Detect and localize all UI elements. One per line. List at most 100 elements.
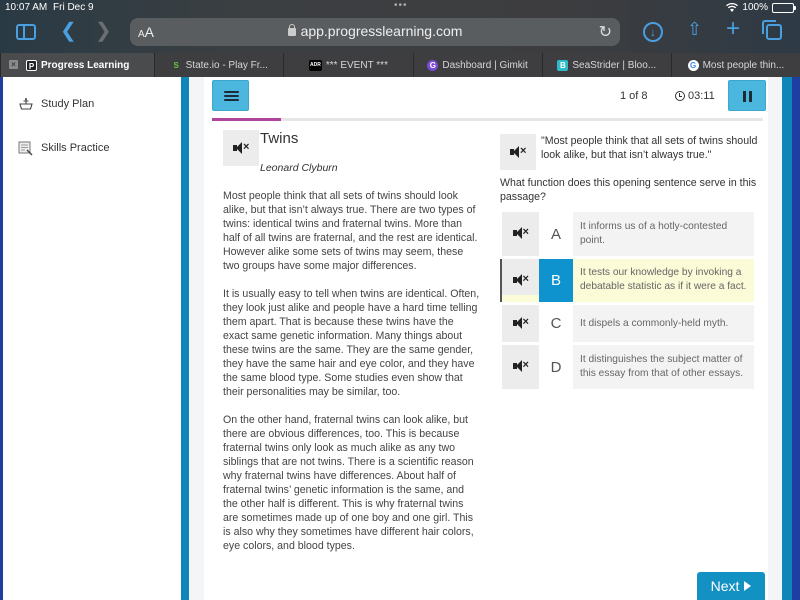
play-arrow-icon: [744, 581, 752, 591]
answer-choice-a[interactable]: × A It informs us of a hotly-contested p…: [502, 212, 754, 256]
question-prompt: What function does this opening sentence…: [500, 177, 757, 203]
choice-audio-button[interactable]: ×: [502, 259, 539, 302]
gutter-right: [768, 77, 782, 600]
tab-strip: × P Progress Learning S State.io - Play …: [0, 53, 800, 77]
speaker-muted-icon: ×: [233, 141, 249, 154]
gutter-left: [189, 77, 204, 600]
passage-body: Most people think that all sets of twins…: [223, 189, 481, 567]
browser-tab-event[interactable]: ADR *** EVENT ***: [283, 53, 413, 77]
share-icon[interactable]: ⇧: [687, 19, 702, 40]
next-label: Next: [710, 578, 740, 594]
choice-audio-button[interactable]: ×: [502, 305, 539, 342]
gimkit-favicon-icon: G: [427, 59, 439, 71]
choice-letter: C: [539, 305, 573, 342]
answer-choice-d[interactable]: × D It distinguishes the subject matter …: [502, 345, 754, 389]
passage-audio-button[interactable]: ×: [223, 130, 259, 166]
google-favicon-icon: G: [687, 59, 699, 71]
browser-tab-google[interactable]: G Most people thin...: [670, 53, 800, 77]
choice-audio-button[interactable]: ×: [502, 212, 539, 256]
sidebar-item-label: Skills Practice: [41, 142, 110, 154]
reload-icon[interactable]: ↻: [599, 22, 612, 42]
frame-bar-right: [782, 77, 792, 600]
browser-chrome: 10:07 AM Fri Dec 9 ••• 100% ❮ ❯ AA app.p…: [0, 0, 800, 77]
choice-text: It informs us of a hotly-contested point…: [580, 221, 728, 246]
speaker-muted-icon: ×: [512, 316, 529, 329]
pause-button[interactable]: [728, 80, 766, 111]
question-audio-button[interactable]: ×: [500, 134, 536, 170]
browser-toolbar: ❮ ❯ AA app.progresslearning.com ↻ ↓ ⇧ +: [0, 15, 800, 50]
address-bar[interactable]: AA app.progresslearning.com ↻: [130, 18, 620, 46]
download-icon[interactable]: ↓: [643, 22, 663, 42]
timer: 03:11: [675, 90, 715, 102]
choice-letter: A: [539, 212, 573, 256]
passage-paragraph: On the other hand, fraternal twins can l…: [223, 414, 474, 552]
status-bar: 10:07 AM Fri Dec 9 ••• 100%: [0, 0, 800, 16]
speaker-muted-icon: ×: [512, 226, 529, 239]
forward-icon[interactable]: ❯: [95, 18, 112, 43]
choice-audio-button[interactable]: ×: [502, 345, 539, 389]
status-time: 10:07 AM: [5, 2, 48, 13]
hamburger-icon-line: [224, 95, 239, 97]
frame-bar-left: [181, 77, 189, 600]
tabs-overview-icon[interactable]: [762, 20, 782, 40]
browser-tab-seastrider[interactable]: B SeaStrider | Bloo...: [541, 53, 671, 77]
choice-text: It distinguishes the subject matter of t…: [580, 354, 744, 379]
speaker-muted-icon: ×: [510, 145, 526, 158]
browser-tab-stateio[interactable]: S State.io - Play Fr...: [154, 53, 284, 77]
tab-title: Progress Learning: [41, 59, 130, 71]
browser-tab-progress-learning[interactable]: × P Progress Learning: [0, 53, 155, 77]
battery-icon: [772, 2, 796, 13]
back-icon[interactable]: ❮: [60, 18, 77, 43]
url-text: app.progresslearning.com: [300, 23, 463, 39]
choice-text: It dispels a commonly-held myth.: [580, 317, 729, 329]
tab-title: *** EVENT ***: [325, 59, 388, 71]
answer-choice-b[interactable]: × B It tests our knowledge by invoking a…: [500, 259, 754, 302]
new-tab-icon[interactable]: +: [726, 15, 740, 43]
answer-choice-c[interactable]: × C It dispels a commonly-held myth.: [502, 305, 754, 342]
sidebar-item-study-plan[interactable]: Study Plan: [18, 97, 94, 111]
wifi-icon: [726, 3, 739, 12]
sidebar-item-skills-practice[interactable]: Skills Practice: [18, 141, 110, 156]
sidebar-item-label: Study Plan: [41, 98, 95, 110]
passage-author: Leonard Clyburn: [260, 162, 338, 174]
choice-letter: D: [539, 345, 573, 389]
practice-icon: [18, 141, 34, 156]
multitasking-dots-icon[interactable]: •••: [394, 0, 408, 11]
choice-letter: B: [539, 259, 573, 302]
crown-icon: [18, 97, 34, 111]
progress-bar-fill: [212, 118, 281, 121]
next-button[interactable]: Next: [697, 572, 765, 600]
progress-learning-favicon-icon: P: [26, 59, 37, 71]
blooket-favicon-icon: B: [557, 59, 569, 71]
sidebar-toggle-icon[interactable]: [16, 24, 36, 40]
hamburger-icon-line: [224, 91, 239, 93]
question-card: 1 of 8 03:11 × Twins Leonard Clyburn Mos…: [204, 77, 768, 600]
stateio-favicon-icon: S: [173, 60, 179, 70]
tab-title: State.io - Play Fr...: [185, 59, 268, 71]
tab-title: Dashboard | Gimkit: [442, 59, 528, 71]
clock-icon: [675, 91, 685, 101]
lock-icon: [287, 24, 296, 36]
status-right: 100%: [726, 2, 796, 13]
choice-text: It tests our knowledge by invoking a deb…: [580, 267, 747, 292]
answer-choices: × A It informs us of a hotly-contested p…: [500, 212, 754, 392]
passage-paragraph: Most people think that all sets of twins…: [223, 190, 478, 272]
sidebar: Study Plan Skills Practice: [3, 77, 181, 600]
question-quote: "Most people think that all sets of twin…: [541, 135, 758, 161]
url-display[interactable]: app.progresslearning.com: [130, 23, 620, 39]
browser-tab-gimkit[interactable]: G Dashboard | Gimkit: [412, 53, 542, 77]
adr-favicon-icon: ADR: [308, 59, 322, 71]
menu-button[interactable]: [212, 80, 249, 111]
hamburger-icon-line: [224, 99, 239, 101]
status-date: Fri Dec 9: [53, 2, 94, 13]
speaker-muted-icon: ×: [512, 273, 529, 286]
tab-title: Most people thin...: [702, 59, 785, 71]
passage-title: Twins: [260, 130, 299, 147]
battery-percent: 100%: [742, 2, 768, 13]
tab-title: SeaStrider | Bloo...: [572, 59, 657, 71]
timer-value: 03:11: [688, 90, 715, 102]
page: Study Plan Skills Practice 1 of 8 03:11: [0, 77, 800, 600]
close-tab-icon[interactable]: ×: [9, 60, 18, 69]
speaker-muted-icon: ×: [512, 359, 529, 372]
question-counter: 1 of 8: [620, 90, 648, 102]
